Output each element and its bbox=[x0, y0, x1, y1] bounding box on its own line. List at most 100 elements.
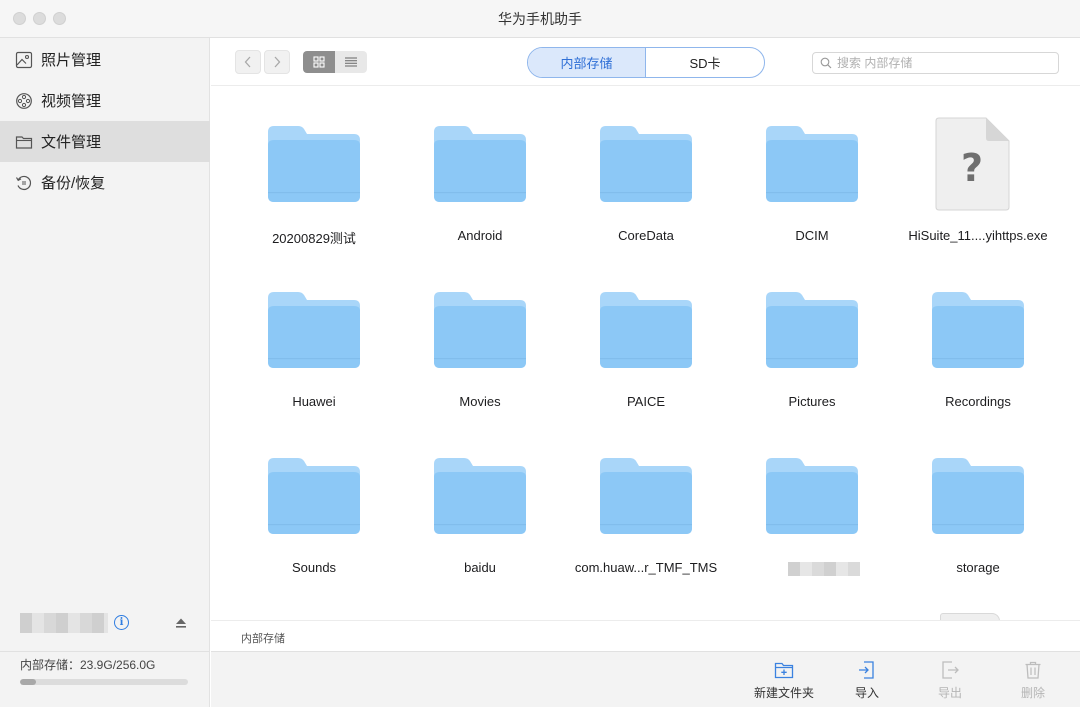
folder-icon bbox=[766, 126, 858, 202]
folder-item[interactable] bbox=[729, 419, 895, 576]
storage-usage-bar bbox=[20, 679, 188, 685]
grid-view-button[interactable] bbox=[303, 51, 335, 73]
back-button[interactable] bbox=[235, 50, 261, 74]
path-bar: 内部存储 bbox=[211, 620, 1080, 651]
folder-icon bbox=[766, 458, 858, 534]
toolbar: 内部存储 SD卡 bbox=[211, 38, 1080, 86]
action-bar: 新建文件夹 导入 导出 删除 bbox=[211, 651, 1080, 707]
folder-item[interactable]: CoreData bbox=[563, 87, 729, 243]
folder-item[interactable]: PAICE bbox=[563, 253, 729, 409]
title-bar: 华为手机助手 bbox=[0, 0, 1080, 38]
file-name-label: DCIM bbox=[795, 228, 829, 243]
folder-item[interactable]: Recordings bbox=[895, 253, 1061, 409]
folder-item[interactable]: Android bbox=[397, 87, 563, 243]
file-name-label: Huawei bbox=[292, 394, 336, 409]
folder-icon bbox=[434, 292, 526, 368]
storage-usage-text: 内部存储：23.9G/256.0G bbox=[20, 658, 156, 672]
unknown-file-icon: ? bbox=[934, 117, 1010, 211]
sidebar-item-label: 照片管理 bbox=[41, 52, 102, 69]
storage-usage-fill bbox=[20, 679, 36, 685]
export-button[interactable]: 导出 bbox=[915, 659, 985, 703]
search-box bbox=[812, 52, 1059, 74]
sidebar-item-videos[interactable]: 视频管理 bbox=[0, 80, 210, 121]
list-view-button[interactable] bbox=[335, 51, 367, 73]
eject-icon[interactable] bbox=[175, 617, 187, 629]
sidebar-item-label: 备份/恢复 bbox=[41, 175, 106, 192]
folder-item[interactable]: Pictures bbox=[729, 253, 895, 409]
file-item-peek bbox=[940, 613, 1000, 620]
folder-icon bbox=[932, 458, 1024, 534]
storage-segmented-control: 内部存储 SD卡 bbox=[527, 47, 765, 78]
device-name-redacted bbox=[20, 613, 108, 633]
folder-icon bbox=[600, 458, 692, 534]
export-icon bbox=[942, 661, 959, 679]
folder-icon bbox=[268, 458, 360, 534]
folder-icon bbox=[434, 458, 526, 534]
tab-sd-card[interactable]: SD卡 bbox=[646, 48, 764, 77]
folder-icon bbox=[600, 292, 692, 368]
folder-icon bbox=[766, 292, 858, 368]
file-name-label: HiSuite_11....yihttps.exe bbox=[908, 228, 1048, 243]
file-name-label: PAICE bbox=[626, 394, 666, 409]
new-folder-icon bbox=[774, 662, 794, 679]
file-name-label: Recordings bbox=[945, 394, 1011, 409]
chevron-right-icon bbox=[274, 56, 281, 68]
file-item[interactable]: ? HiSuite_11....yihttps.exe bbox=[895, 87, 1061, 243]
file-grid: 20200829测试 Android CoreData DCIM? HiSuite_11… bbox=[211, 87, 1080, 620]
backup-icon bbox=[15, 174, 33, 192]
folder-icon bbox=[268, 126, 360, 202]
sidebar-item-files[interactable]: 文件管理 bbox=[0, 121, 210, 162]
list-icon bbox=[345, 57, 357, 67]
file-name-label: Sounds bbox=[291, 560, 337, 575]
trash-icon bbox=[1025, 661, 1041, 679]
new-folder-button[interactable]: 新建文件夹 bbox=[749, 659, 819, 703]
sidebar-divider bbox=[0, 651, 210, 652]
chevron-left-icon bbox=[244, 56, 251, 68]
action-label: 导入 bbox=[854, 686, 879, 700]
delete-button[interactable]: 删除 bbox=[998, 659, 1068, 703]
folder-item[interactable]: Sounds bbox=[231, 419, 397, 575]
photo-icon bbox=[15, 51, 33, 69]
folder-icon bbox=[268, 292, 360, 368]
folder-item[interactable]: storage bbox=[895, 419, 1061, 575]
grid-icon bbox=[313, 56, 325, 68]
svg-text:?: ? bbox=[961, 146, 983, 190]
folder-icon bbox=[600, 126, 692, 202]
folder-item[interactable]: baidu bbox=[397, 419, 563, 575]
import-button[interactable]: 导入 bbox=[832, 659, 902, 703]
file-name-label: Android bbox=[457, 228, 503, 243]
import-icon bbox=[859, 661, 874, 679]
file-name-label: Movies bbox=[459, 394, 501, 409]
file-name-label: Pictures bbox=[788, 394, 836, 409]
tab-internal-storage[interactable]: 内部存储 bbox=[528, 48, 646, 77]
device-info: i bbox=[20, 613, 190, 635]
main-panel: 内部存储 SD卡 20200829测试 Android CoreData DCIM? H… bbox=[211, 38, 1080, 707]
info-icon[interactable]: i bbox=[114, 615, 129, 630]
current-path: 内部存储 bbox=[241, 633, 285, 645]
file-name-label: CoreData bbox=[618, 228, 674, 243]
sidebar-item-label: 文件管理 bbox=[41, 134, 102, 151]
file-name-label bbox=[788, 562, 860, 576]
sidebar-item-backup[interactable]: 备份/恢复 bbox=[0, 162, 210, 203]
folder-item[interactable]: 20200829测试 bbox=[231, 87, 397, 246]
search-icon bbox=[820, 57, 832, 69]
sidebar-item-photos[interactable]: 照片管理 bbox=[0, 39, 210, 80]
folder-icon bbox=[15, 133, 33, 151]
folder-item[interactable]: DCIM bbox=[729, 87, 895, 243]
forward-button[interactable] bbox=[264, 50, 290, 74]
sidebar-item-label: 视频管理 bbox=[41, 93, 102, 110]
file-name-label: storage bbox=[956, 560, 1000, 575]
folder-item[interactable]: com.huaw...r_TMF_TMS bbox=[563, 419, 729, 575]
folder-item[interactable]: Huawei bbox=[231, 253, 397, 409]
file-name-label: 20200829测试 bbox=[272, 231, 356, 246]
sidebar: 照片管理 视频管理 文件管理 备份/恢复 i 内部存储：23.9G/256.0G bbox=[0, 38, 210, 707]
app-window: 华为手机助手 照片管理 视频管理 文件管理 备份/恢复 i 内部存储：23.9G… bbox=[0, 0, 1080, 707]
window-title: 华为手机助手 bbox=[498, 11, 582, 27]
action-label: 新建文件夹 bbox=[753, 686, 814, 700]
folder-icon bbox=[932, 292, 1024, 368]
search-input[interactable] bbox=[837, 56, 1047, 70]
action-label: 删除 bbox=[1020, 686, 1045, 700]
action-label: 导出 bbox=[937, 686, 962, 700]
folder-item[interactable]: Movies bbox=[397, 253, 563, 409]
file-name-label: com.huaw...r_TMF_TMS bbox=[574, 560, 718, 575]
